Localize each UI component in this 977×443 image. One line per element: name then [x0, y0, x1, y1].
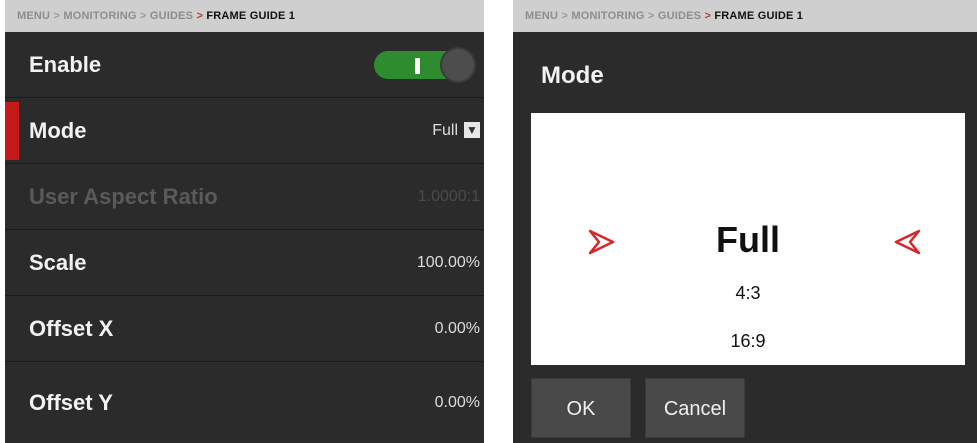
- offset-x-row[interactable]: Offset X 0.00%: [5, 296, 484, 362]
- enable-row[interactable]: Enable: [5, 32, 484, 98]
- breadcrumb-separator: >: [561, 10, 569, 22]
- user-aspect-ratio-label: User Aspect Ratio: [29, 183, 218, 209]
- chevron-down-icon[interactable]: ▼: [464, 122, 480, 139]
- user-aspect-ratio-row: User Aspect Ratio 1.0000:1: [5, 164, 484, 230]
- breadcrumb-separator: >: [704, 10, 712, 22]
- breadcrumb-item-menu[interactable]: MENU: [17, 10, 50, 22]
- offset-y-label: Offset Y: [29, 389, 113, 415]
- mode-value[interactable]: Full ▼: [432, 122, 480, 140]
- selection-indicator: [5, 102, 19, 160]
- scale-label: Scale: [29, 249, 87, 275]
- ok-button[interactable]: OK: [531, 378, 631, 438]
- breadcrumb: MENU > MONITORING > GUIDES > FRAME GUIDE…: [513, 0, 977, 32]
- enable-toggle[interactable]: [374, 46, 478, 83]
- mode-value-text: Full: [432, 121, 458, 139]
- breadcrumb-item-monitoring[interactable]: MONITORING: [571, 10, 644, 22]
- toggle-on-icon: [415, 57, 420, 74]
- breadcrumb-separator: >: [139, 10, 147, 22]
- breadcrumb-item-menu[interactable]: MENU: [525, 10, 558, 22]
- scale-row[interactable]: Scale 100.00%: [5, 230, 484, 296]
- mode-label: Mode: [29, 117, 87, 143]
- breadcrumb-current: FRAME GUIDE 1: [714, 10, 804, 22]
- offset-x-label: Offset X: [29, 315, 114, 341]
- user-aspect-ratio-value: 1.0000:1: [417, 187, 480, 205]
- mode-row[interactable]: Mode Full ▼: [5, 98, 484, 164]
- dialog-title: Mode: [541, 62, 604, 89]
- breadcrumb-item-guides[interactable]: GUIDES: [658, 10, 701, 22]
- frame-guide-menu-panel: MENU > MONITORING > GUIDES > FRAME GUIDE…: [5, 0, 484, 443]
- breadcrumb-item-guides[interactable]: GUIDES: [150, 10, 193, 22]
- breadcrumb-item-monitoring[interactable]: MONITORING: [63, 10, 136, 22]
- mode-picker[interactable]: Full 4:3 16:9: [531, 113, 965, 365]
- offset-y-value[interactable]: 0.00%: [435, 394, 480, 412]
- breadcrumb-separator: >: [647, 10, 655, 22]
- breadcrumb-separator: >: [196, 10, 204, 22]
- offset-x-value[interactable]: 0.00%: [435, 320, 480, 338]
- cancel-button[interactable]: Cancel: [645, 378, 745, 438]
- offset-y-row[interactable]: Offset Y 0.00%: [5, 362, 484, 443]
- breadcrumb: MENU > MONITORING > GUIDES > FRAME GUIDE…: [5, 0, 484, 32]
- scale-value[interactable]: 100.00%: [417, 254, 480, 272]
- breadcrumb-separator: >: [53, 10, 61, 22]
- picker-option-selected[interactable]: Full: [531, 219, 965, 261]
- picker-option[interactable]: 16:9: [531, 331, 965, 352]
- breadcrumb-current: FRAME GUIDE 1: [206, 10, 296, 22]
- toggle-knob: [440, 46, 476, 83]
- enable-label: Enable: [29, 51, 102, 77]
- mode-picker-dialog: MENU > MONITORING > GUIDES > FRAME GUIDE…: [513, 0, 977, 443]
- picker-option[interactable]: 4:3: [531, 283, 965, 304]
